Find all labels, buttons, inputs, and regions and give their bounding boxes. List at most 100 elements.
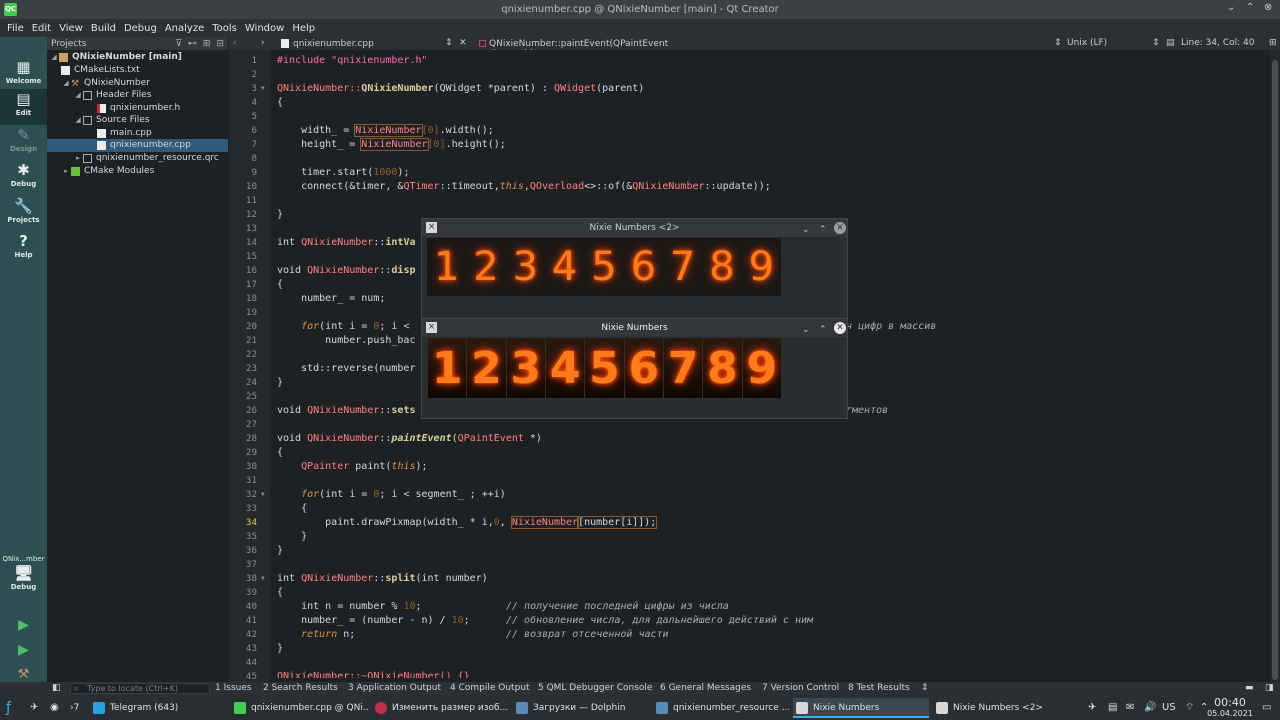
keyboard-layout[interactable]: US — [1162, 698, 1176, 718]
scrollbar-thumb[interactable] — [1272, 60, 1278, 680]
dropdown-icon[interactable]: ⇕ — [1152, 38, 1160, 48]
fold-icon[interactable]: ▼ — [261, 82, 269, 96]
pane-test-results[interactable]: 8 Test Results — [848, 683, 910, 693]
discord-icon[interactable]: ◉ — [50, 698, 59, 718]
close-icon[interactable]: ⊗ — [1264, 2, 1272, 13]
minimize-icon[interactable]: ⌄ — [802, 221, 810, 239]
tree-item-resource[interactable]: ▸ qnixienumber_resource.qrc — [47, 152, 228, 165]
filter-icon[interactable]: ⊽ — [175, 39, 182, 49]
menu-help[interactable]: Help — [288, 23, 319, 34]
line-ending-selector[interactable]: Unix (LF) — [1067, 38, 1107, 48]
split-editor-icon[interactable]: ⊞ — [1269, 38, 1277, 48]
clipboard-icon[interactable]: ▤ — [1108, 698, 1117, 718]
kit-selector[interactable]: QNix...mber 🖥 Debug — [0, 555, 47, 605]
maximize-icon[interactable]: ⌃ — [1246, 2, 1254, 13]
fold-icon[interactable]: ▼ — [261, 488, 269, 502]
clock[interactable]: 00:40 05.04.2021 — [1205, 697, 1255, 718]
pane-issues[interactable]: 1 Issues — [215, 683, 252, 693]
pane-search-results[interactable]: 2 Search Results — [263, 683, 338, 693]
tree-item-target[interactable]: ◢ ⚒ QNixieNumber — [47, 77, 228, 90]
vertical-scrollbar[interactable] — [1270, 50, 1280, 682]
menu-edit[interactable]: Edit — [28, 23, 55, 34]
pane-compile-output[interactable]: 4 Compile Output — [450, 683, 530, 693]
telegram-launcher-icon[interactable]: ✈ — [30, 698, 38, 718]
collapsed-icon[interactable]: ▸ — [61, 167, 71, 175]
mode-design[interactable]: ✎ Design — [0, 125, 47, 161]
help-icon: ? — [19, 232, 28, 250]
fold-icon[interactable]: ▼ — [261, 572, 269, 586]
pane-general-messages[interactable]: 6 General Messages — [660, 683, 751, 693]
locator-input[interactable]: ⌕ Type to locate (Ctrl+K) — [70, 683, 210, 694]
launcher-icon[interactable]: ƒ — [6, 698, 11, 718]
tree-item-cmakelists[interactable]: CMakeLists.txt — [47, 64, 228, 77]
menu-window[interactable]: Window — [241, 23, 288, 34]
telegram-tray-icon[interactable]: ✈ — [1088, 698, 1096, 718]
projects-label[interactable]: Projects — [51, 39, 86, 49]
back-icon[interactable]: ‹ — [233, 38, 237, 48]
expand-icon[interactable]: ◢ — [49, 53, 59, 61]
tree-item-main-cpp[interactable]: main.cpp — [47, 127, 228, 140]
debug-run-button[interactable]: ▶ — [0, 640, 47, 662]
pane-version-control[interactable]: 7 Version Control — [762, 683, 839, 693]
menu-build[interactable]: Build — [87, 23, 120, 34]
wifi-icon[interactable]: ⌔ — [1185, 698, 1194, 718]
close-document-icon[interactable]: ✕ — [459, 38, 467, 48]
window-titlebar[interactable]: ⨯ Nixie Numbers <2> ⌄ ⌃ ✕ — [422, 219, 847, 237]
cursor-position[interactable]: Line: 34, Col: 40 — [1181, 38, 1254, 48]
close-icon[interactable]: ✕ — [834, 322, 846, 334]
task-nixie-numbers[interactable]: Nixie Numbers — [793, 698, 929, 718]
dropdown-icon[interactable]: ⇕ — [445, 38, 453, 48]
task-qtcreator[interactable]: qnixienumber.cpp @ QNi... — [231, 698, 369, 718]
link-icon[interactable]: ⊷ — [188, 39, 197, 49]
expand-icon[interactable]: ◢ — [73, 116, 83, 124]
tree-item-source-files[interactable]: ◢ Source Files — [47, 114, 228, 127]
mode-edit[interactable]: ▤ Edit — [0, 89, 47, 125]
pane-application-output[interactable]: 3 Application Output — [348, 683, 441, 693]
mode-welcome[interactable]: ▦ Welcome — [0, 57, 47, 93]
tree-item-project[interactable]: ◢ QNixieNumber [main] — [47, 51, 228, 64]
line-number: 30 — [245, 461, 257, 472]
expand-icon[interactable]: ◢ — [61, 79, 71, 87]
split-icon[interactable]: ⊞ — [203, 39, 211, 49]
pane-qml-debugger[interactable]: 5 QML Debugger Console — [538, 683, 652, 693]
close-icon[interactable]: ✕ — [834, 222, 846, 234]
task-browser[interactable]: Изменить размер изоб... — [372, 698, 508, 718]
tree-item-header-file[interactable]: qnixienumber.h — [47, 102, 228, 115]
bookmark-icon: ▤ — [1166, 38, 1175, 48]
menu-debug[interactable]: Debug — [120, 23, 161, 34]
close-pane-icon[interactable]: ⊟ — [216, 39, 224, 49]
notification-icon[interactable]: ✉ — [1126, 698, 1134, 718]
dropdown-icon[interactable]: ⇕ — [1054, 38, 1062, 48]
tree-item-cmake-modules[interactable]: ▸ CMake Modules — [47, 165, 228, 178]
menu-file[interactable]: File — [3, 23, 28, 34]
mode-debug[interactable]: ✱ Debug — [0, 160, 47, 196]
task-dolphin[interactable]: Загрузки — Dolphin — [513, 698, 649, 718]
expand-icon[interactable]: ◢ — [73, 91, 83, 99]
forward-icon[interactable]: › — [261, 38, 265, 48]
toggle-output-icon[interactable]: ◨ — [1265, 683, 1274, 693]
show-desktop-icon[interactable]: ▭ — [1262, 698, 1271, 718]
maximize-icon[interactable]: ⌃ — [819, 221, 827, 239]
toggle-sidebar-icon[interactable]: ◧ — [52, 683, 61, 693]
task-telegram[interactable]: Telegram (643) — [90, 698, 226, 718]
line-number: 11 — [245, 195, 257, 206]
task-nixie-numbers-2[interactable]: Nixie Numbers <2> — [933, 698, 1069, 718]
tree-item-header-files[interactable]: ◢ Header Files — [47, 89, 228, 102]
tree-item-qnixienumber-cpp[interactable]: qnixienumber.cpp — [47, 139, 228, 152]
mode-projects[interactable]: 🔧 Projects — [0, 196, 47, 232]
minimize-icon[interactable]: ⌄ — [1227, 2, 1235, 13]
menu-view[interactable]: View — [55, 23, 87, 34]
volume-icon[interactable]: 🔊 — [1144, 698, 1156, 718]
menu-tools[interactable]: Tools — [208, 23, 241, 34]
mode-help[interactable]: ? Help — [0, 231, 47, 267]
minimize-icon[interactable]: ⌄ — [802, 321, 810, 339]
maximize-icon[interactable]: ⌃ — [819, 321, 827, 339]
menu-analyze[interactable]: Analyze — [161, 23, 208, 34]
collapsed-icon[interactable]: ▸ — [73, 154, 83, 162]
progress-icon[interactable]: ▬ — [1245, 683, 1254, 693]
pane-more-icon[interactable]: ⇕ — [921, 683, 929, 693]
window-titlebar[interactable]: ⨯ Nixie Numbers ⌄ ⌃ ✕ — [422, 319, 847, 337]
run-button[interactable]: ▶ — [0, 615, 47, 637]
app-launcher-icon[interactable]: ›7 — [70, 698, 79, 718]
task-resource-editor[interactable]: qnixienumber_resource ... — [653, 698, 789, 718]
